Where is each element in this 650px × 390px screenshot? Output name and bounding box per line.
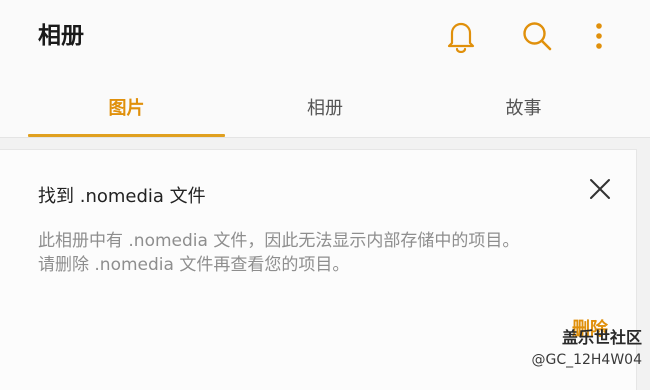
- notice-message-line: 此相册中有 .nomedia 文件，因此无法显示内部存储中的项目。: [38, 231, 520, 251]
- tab-stories[interactable]: 故事: [425, 72, 622, 138]
- app-bar: 相册: [0, 0, 650, 72]
- watermark-user: @GC_12H4W04: [531, 352, 642, 368]
- page-title: 相册: [38, 23, 84, 49]
- tab-bar: 图片 相册 故事: [0, 72, 650, 138]
- notifications-button[interactable]: [443, 18, 479, 54]
- notice-title: 找到 .nomedia 文件: [38, 186, 206, 207]
- tab-pictures[interactable]: 图片: [28, 72, 225, 138]
- search-icon: [523, 22, 552, 51]
- close-button[interactable]: [584, 173, 616, 205]
- search-button[interactable]: [519, 18, 555, 54]
- bell-icon: [447, 22, 475, 53]
- notice-message: 此相册中有 .nomedia 文件，因此无法显示内部存储中的项目。 请删除 .n…: [38, 229, 608, 277]
- watermark-logo: 盖乐世社区: [561, 328, 642, 347]
- divider: [0, 137, 650, 138]
- watermark: 盖乐世社区 @GC_12H4W04: [531, 327, 642, 371]
- more-options-button[interactable]: [581, 18, 617, 54]
- close-icon: [590, 179, 610, 199]
- notice-message-line: 请删除 .nomedia 文件再查看您的项目。: [38, 255, 350, 275]
- more-vertical-icon: [596, 23, 602, 49]
- tab-albums[interactable]: 相册: [225, 72, 425, 138]
